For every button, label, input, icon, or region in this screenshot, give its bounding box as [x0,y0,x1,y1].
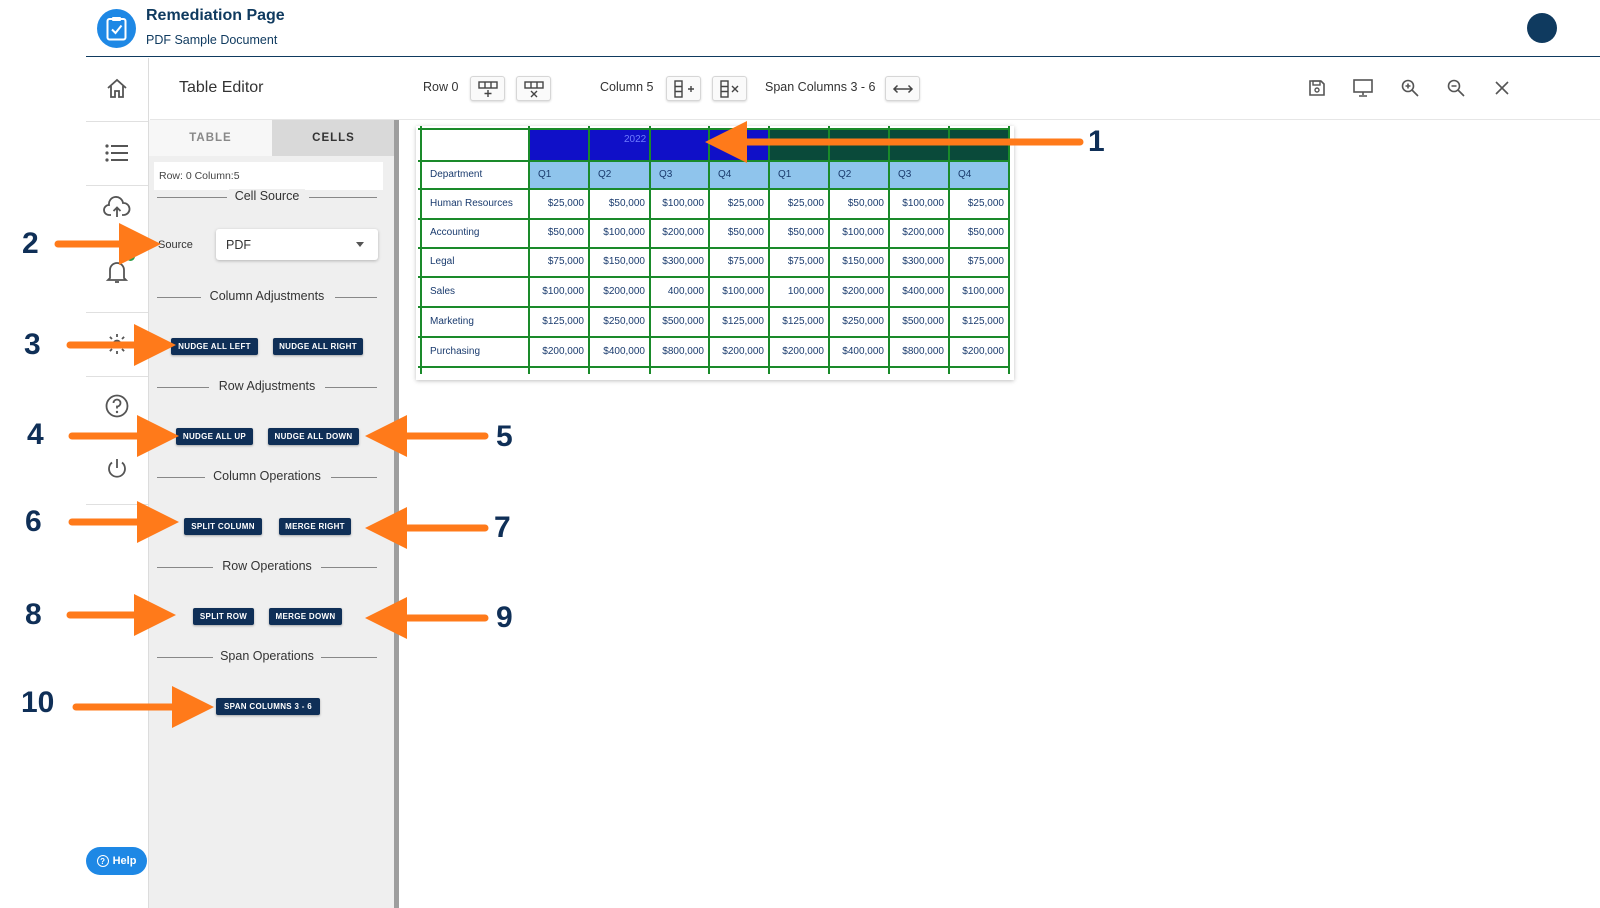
annotation-number-3: 3 [24,328,41,361]
annotation-number-1: 1 [1088,125,1105,158]
annotation-number-8: 8 [25,598,42,631]
annotation-number-2: 2 [22,227,39,260]
annotation-number-9: 9 [496,601,513,634]
annotation-number-10: 10 [21,686,55,719]
annotation-number-6: 6 [25,505,42,538]
annotation-arrows [54,121,1084,728]
annotation-number-7: 7 [494,511,511,544]
annotation-number-4: 4 [27,418,44,451]
annotation-number-5: 5 [496,420,513,453]
